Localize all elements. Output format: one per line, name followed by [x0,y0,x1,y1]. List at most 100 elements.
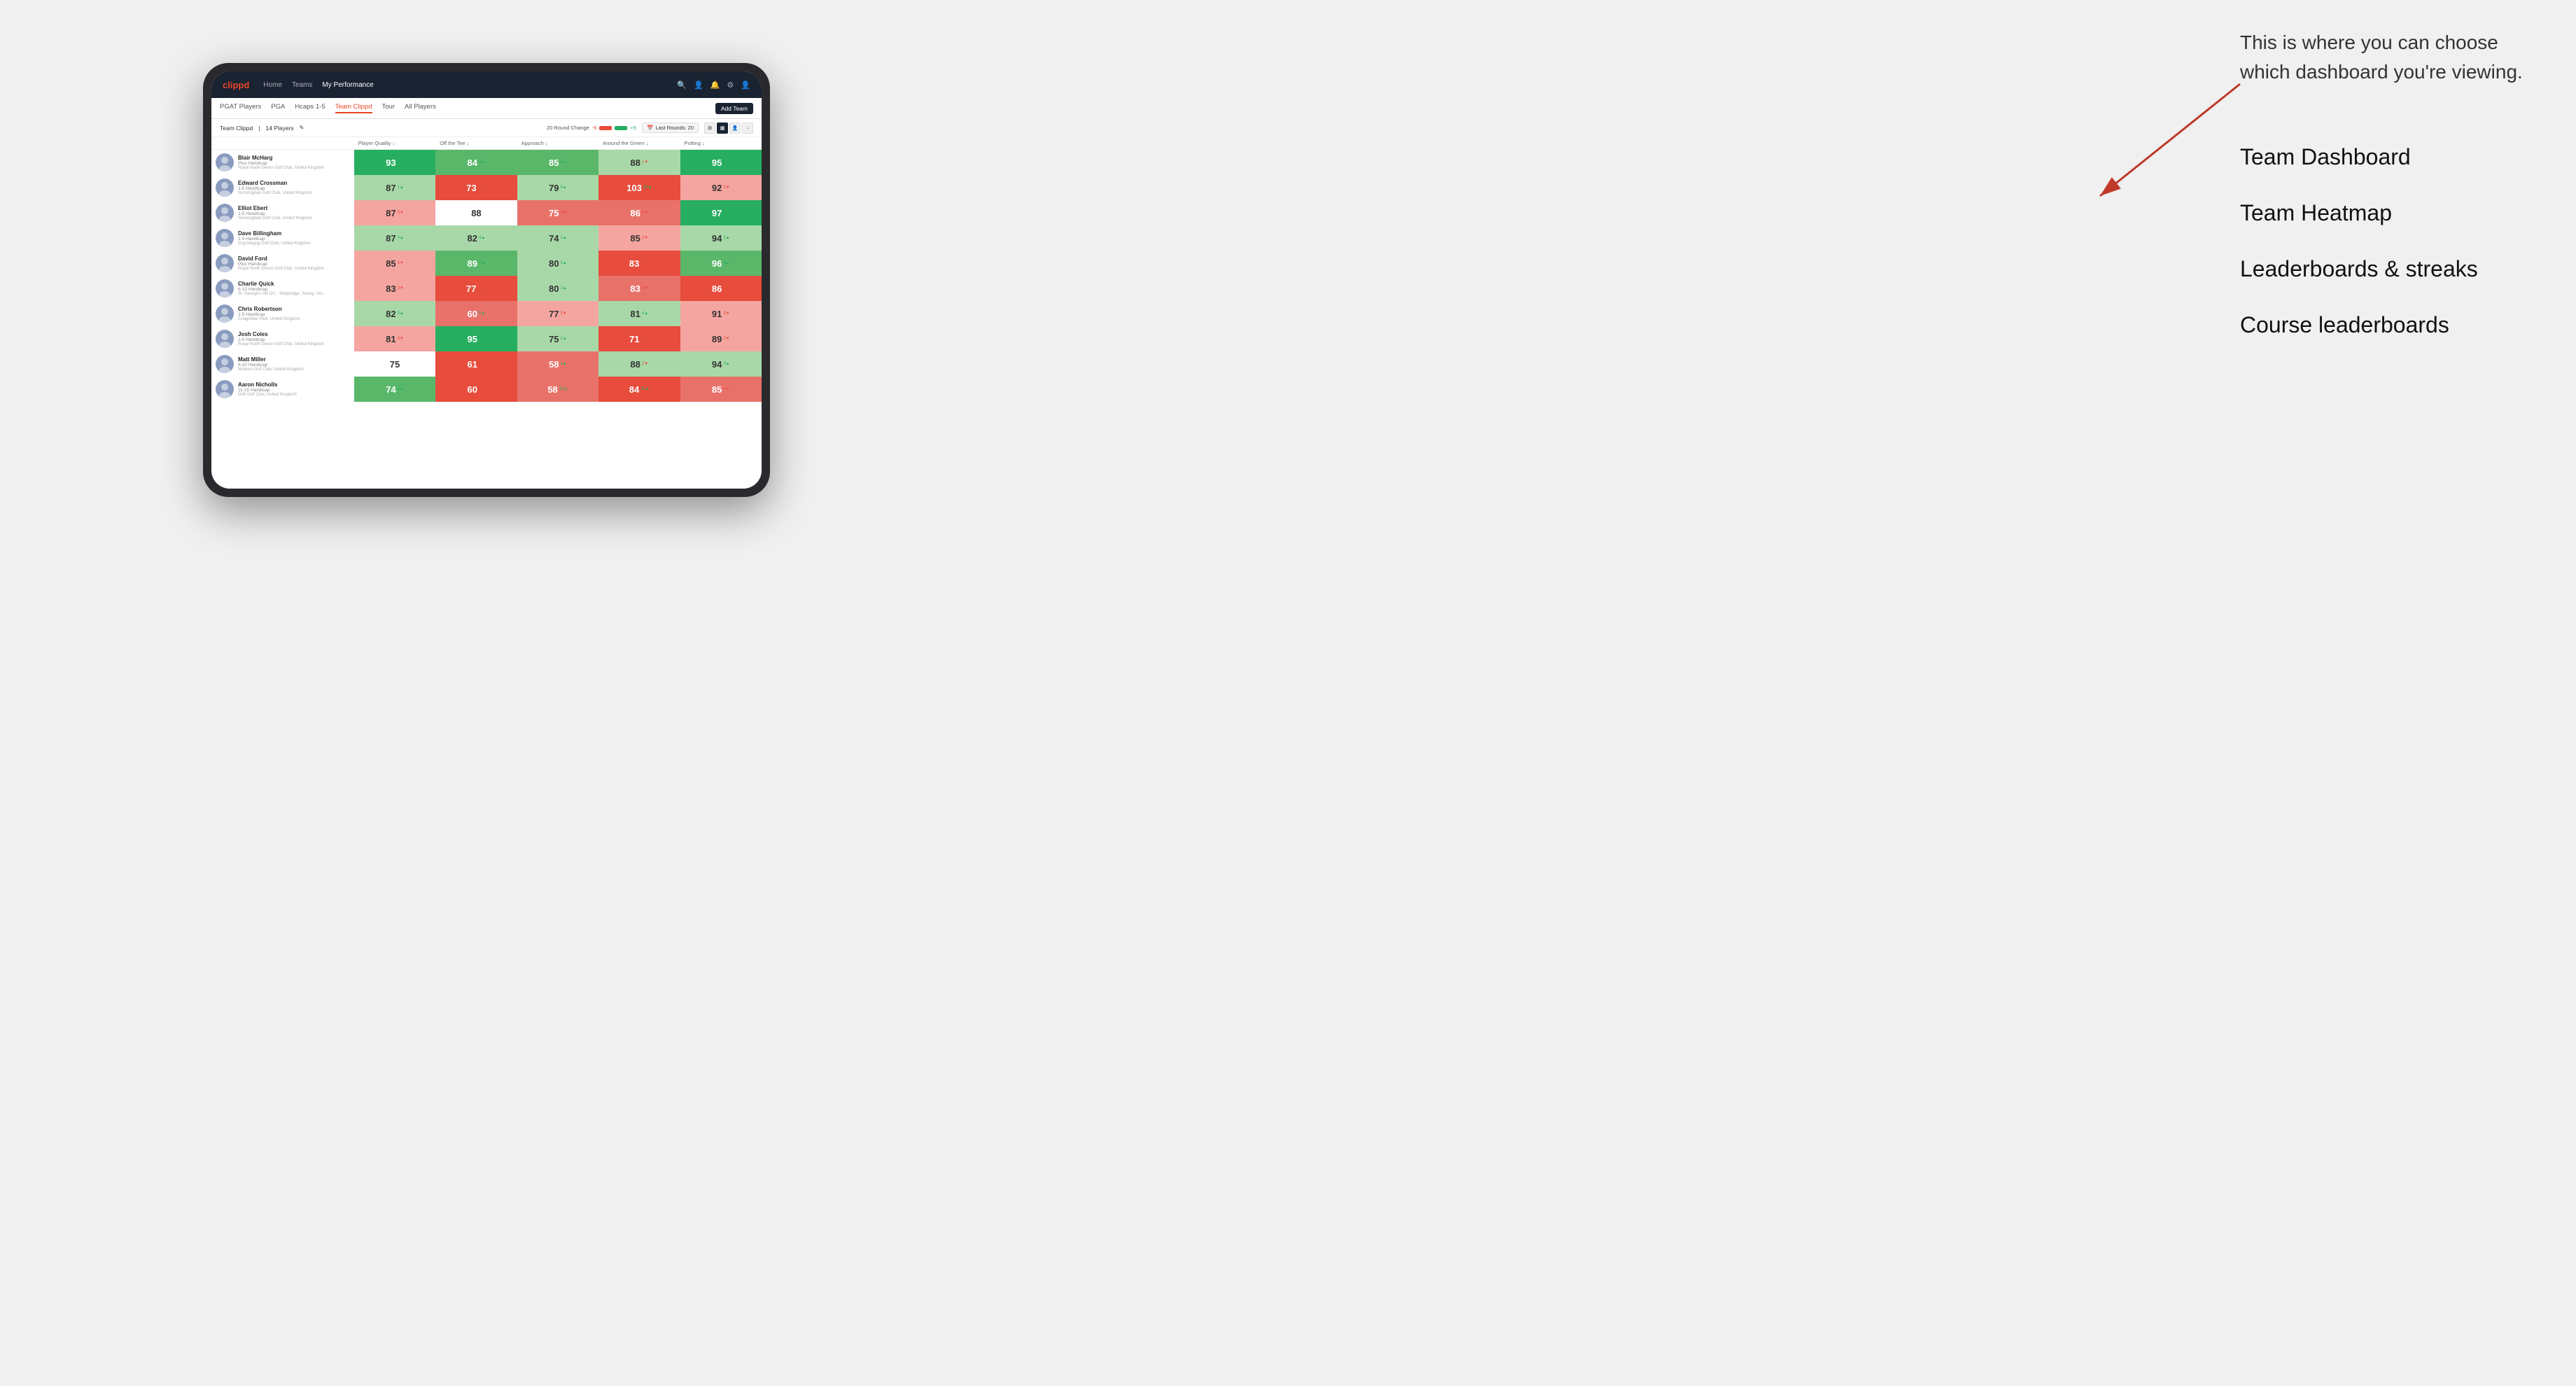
metric-value: 60 [468,384,477,395]
table-row[interactable]: Josh Coles 1-5 Handicap Royal North Devo… [211,326,762,351]
table-row[interactable]: Edward Crossman 1-5 Handicap Sunningdale… [211,175,762,200]
table-row[interactable]: Dave Billingham 1-5 Handicap Gog Magog G… [211,225,762,251]
tablet-screen: clippd Home Teams My Performance 🔍 👤 🔔 ⚙… [211,71,762,489]
heat-view-button[interactable]: ▦ [717,122,728,134]
player-club-4: Royal North Devon Golf Club, United King… [238,267,324,271]
player-info-6[interactable]: Chris Robertson 1-5 Handicap Craigmillar… [211,301,354,326]
metric-cell-0-4: 959▲ [680,150,762,176]
metric-value: 86 [630,208,640,218]
metric-value: 92 [712,183,722,193]
metric-change: 6▲ [479,160,485,164]
metric-inner-6-3: 814▲ [598,301,680,326]
download-view-button[interactable]: ↓ [742,122,753,134]
person-view-button[interactable]: 👤 [729,122,741,134]
grid-view-button[interactable]: ⊞ [704,122,715,134]
metric-value: 85 [386,258,396,269]
player-club-2: Sunningdale Golf Club, United Kingdom [238,216,312,220]
header-approach[interactable]: Approach ↓ [517,137,598,150]
metric-value: 95 [712,158,722,168]
metric-value: 75 [549,208,559,218]
sub-nav-pgat[interactable]: PGAT Players [220,103,261,113]
player-text-9: Aaron Nicholls 11-15 Handicap Drift Golf… [238,382,297,397]
metric-cell-3-4: 941▲ [680,225,762,251]
nav-link-home[interactable]: Home [263,81,282,89]
metric-inner-7-1: 958▲ [435,326,517,351]
player-info-0[interactable]: Blair McHarg Plus Handicap Royal North D… [211,150,354,175]
table-row[interactable]: Elliot Ebert 1-5 Handicap Sunningdale Go… [211,200,762,225]
metric-cell-1-4: 923▼ [680,175,762,200]
metric-cell-4-4: 963▲ [680,251,762,276]
player-club-8: Woburn Golf Club, United Kingdom [238,368,304,372]
table-row[interactable]: Chris Robertson 1-5 Handicap Craigmillar… [211,301,762,326]
metric-change: 6▼ [642,211,648,215]
metric-value: 97 [712,208,722,218]
nav-link-myperformance[interactable]: My Performance [322,81,373,89]
metric-value: 85 [712,384,722,395]
player-info-4[interactable]: David Ford Plus Handicap Royal North Dev… [211,251,354,276]
player-info-7[interactable]: Josh Coles 1-5 Handicap Royal North Devo… [211,326,354,351]
annotation-items: Team Dashboard Team Heatmap Leaderboards… [2240,129,2534,353]
search-icon[interactable]: 🔍 [677,80,687,90]
player-handicap-8: 6-10 Handicap [238,363,304,368]
nav-link-teams[interactable]: Teams [292,81,312,89]
edit-icon[interactable]: ✎ [300,125,304,131]
header-around-green[interactable]: Around the Green ↓ [598,137,680,150]
player-info-8[interactable]: Matt Miller 6-10 Handicap Woburn Golf Cl… [211,351,354,377]
annotation-item-2: Team Heatmap [2240,185,2534,241]
metric-inner-1-3: 10315▲ [598,175,680,200]
metric-value: 82 [386,309,396,319]
add-team-button[interactable]: Add Team [715,103,753,114]
metric-change: 5▲ [723,211,729,215]
team-bar-right: 20 Round Change -5 +5 📅 Last Rounds: 20 … [547,122,753,134]
player-info-5[interactable]: Charlie Quick 6-10 Handicap St. George's… [211,276,354,301]
nav-logo: clippd [223,80,249,90]
avatar-icon[interactable]: 👤 [741,80,750,90]
table-row[interactable]: Blair McHarg Plus Handicap Royal North D… [211,150,762,176]
sub-nav-teamclippd[interactable]: Team Clippd [335,103,372,113]
user-icon[interactable]: 👤 [694,80,704,90]
metric-inner-6-0: 823▲ [354,301,435,326]
sub-nav-tour[interactable]: Tour [382,103,395,113]
table-row[interactable]: David Ford Plus Handicap Royal North Dev… [211,251,762,276]
player-club-0: Royal North Devon Golf Club, United King… [238,166,324,170]
metric-change: 2▼ [642,362,648,366]
metric-cell-6-4: 913▼ [680,301,762,326]
metric-cell-1-0: 871▲ [354,175,435,200]
player-cell-6: Chris Robertson 1-5 Handicap Craigmillar… [211,301,354,326]
sub-nav-allplayers[interactable]: All Players [405,103,436,113]
player-avatar-6 [216,304,234,323]
player-info-1[interactable]: Edward Crossman 1-5 Handicap Sunningdale… [211,175,354,200]
metric-value: 85 [549,158,559,168]
player-handicap-3: 1-5 Handicap [238,237,311,241]
metric-value: 87 [386,208,396,218]
sub-nav-hcaps[interactable]: Hcaps 1-5 [295,103,325,113]
player-info-9[interactable]: Aaron Nicholls 11-15 Handicap Drift Golf… [211,377,354,402]
sub-nav-pga[interactable]: PGA [271,103,285,113]
bell-icon[interactable]: 🔔 [710,80,720,90]
header-putting[interactable]: Putting ↓ [680,137,762,150]
table-row[interactable]: Charlie Quick 6-10 Handicap St. George's… [211,276,762,301]
metric-value: 84 [629,384,639,395]
metric-inner-5-3: 836▼ [598,276,680,301]
player-text-5: Charlie Quick 6-10 Handicap St. George's… [238,281,326,296]
metric-inner-7-3: 7111▼ [598,326,680,351]
header-off-tee[interactable]: Off the Tee ↓ [435,137,517,150]
metric-inner-8-1: 613▼ [435,351,517,377]
settings-icon[interactable]: ⚙ [727,80,734,90]
player-club-1: Sunningdale Golf Club, United Kingdom [238,191,312,195]
metric-inner-9-3: 8421▲ [598,377,680,402]
table-row[interactable]: Aaron Nicholls 11-15 Handicap Drift Golf… [211,377,762,402]
table-row[interactable]: Matt Miller 6-10 Handicap Woburn Golf Cl… [211,351,762,377]
player-info-2[interactable]: Elliot Ebert 1-5 Handicap Sunningdale Go… [211,200,354,225]
metric-inner-7-4: 892▼ [680,326,762,351]
last-rounds-button[interactable]: 📅 Last Rounds: 20 [642,122,699,133]
metric-cell-5-2: 801▲ [517,276,598,301]
header-player-quality[interactable]: Player Quality ↓ [354,137,435,150]
metric-change: 4▼ [723,387,729,391]
metric-inner-0-1: 846▲ [435,150,517,175]
metric-value: 77 [466,284,476,294]
nav-icons: 🔍 👤 🔔 ⚙ 👤 [677,80,750,90]
metric-change: 4▲ [642,312,648,316]
metric-inner-8-3: 882▼ [598,351,680,377]
player-info-3[interactable]: Dave Billingham 1-5 Handicap Gog Magog G… [211,225,354,251]
